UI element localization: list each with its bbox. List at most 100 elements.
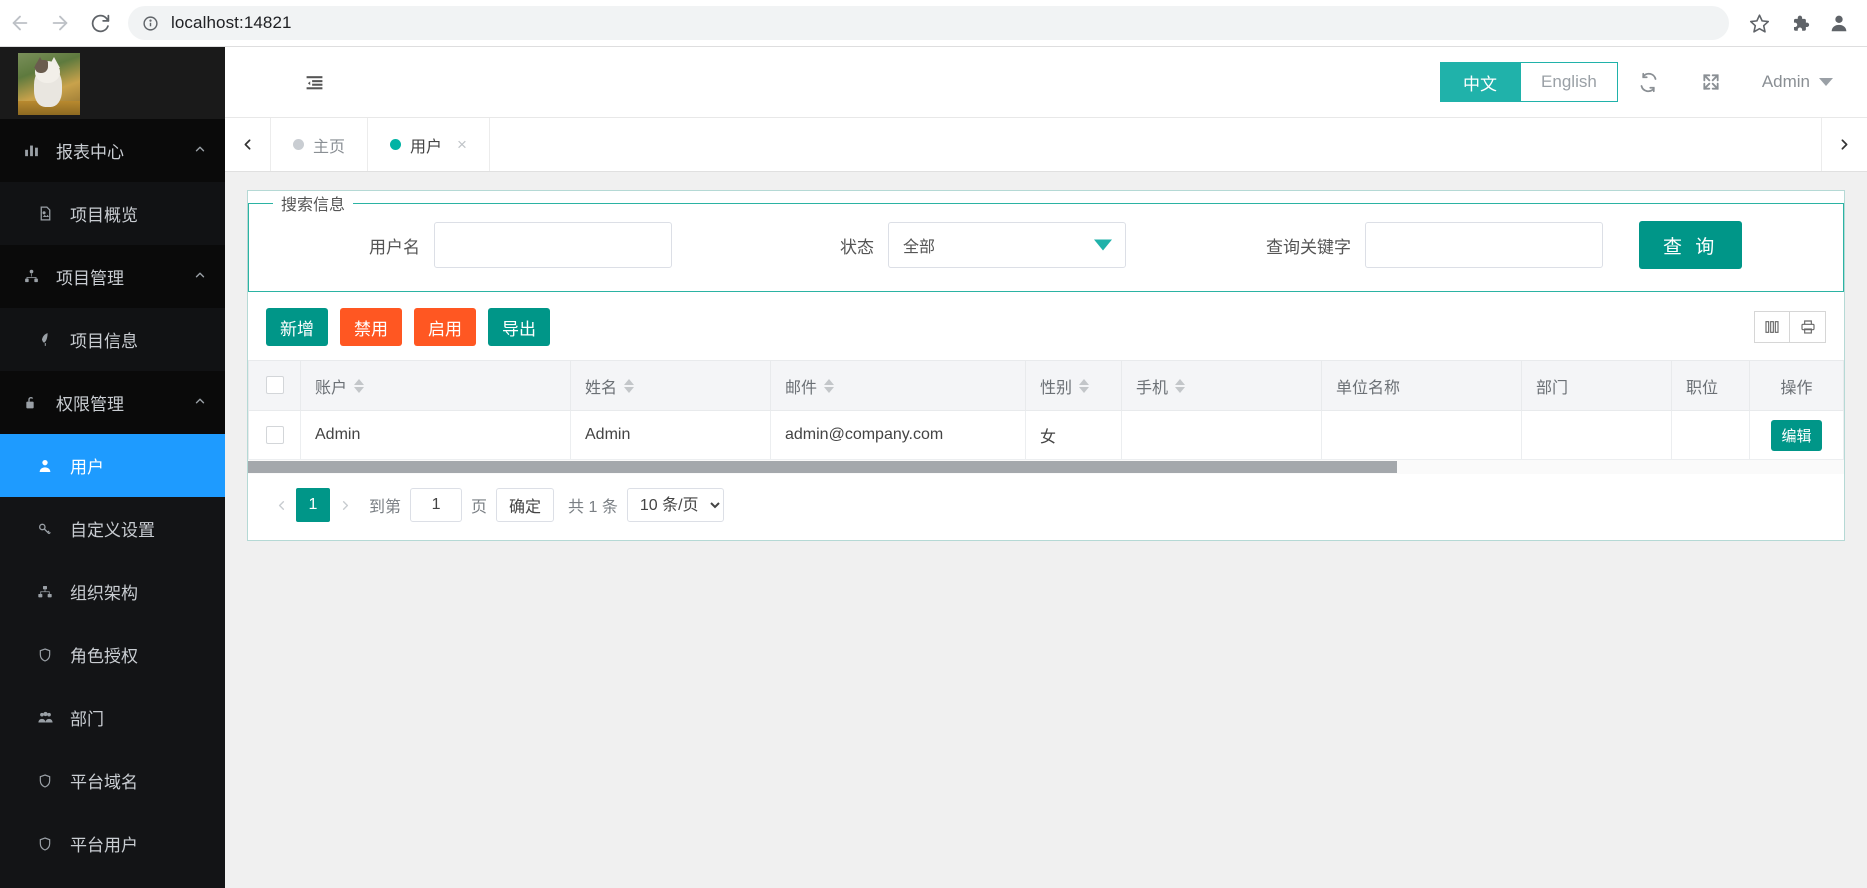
add-button[interactable]: 新增 xyxy=(266,308,328,346)
pagination-prev-button[interactable] xyxy=(266,489,296,521)
cell-account: Admin xyxy=(300,410,571,460)
column-header-department: 部门 xyxy=(1521,360,1672,411)
goto-page-input[interactable] xyxy=(410,488,463,522)
keyword-input[interactable] xyxy=(1365,222,1603,268)
tab-label: 主页 xyxy=(313,138,346,156)
sidebar-menu: 报表中心 项目概览 项目管理 项目信息 权限管理 用户 自定义设置 组织架构 角… xyxy=(0,119,225,888)
image-file-icon xyxy=(32,205,58,222)
table-row[interactable]: Admin Admin admin@company.com 女 编辑 xyxy=(248,410,1844,460)
column-label: 单位名称 xyxy=(1336,379,1401,397)
sitemap-icon xyxy=(18,268,44,285)
tab-close-icon[interactable]: × xyxy=(457,135,467,155)
key-icon xyxy=(32,521,58,537)
sidebar-item-project-management[interactable]: 项目管理 xyxy=(0,245,225,308)
column-label: 姓名 xyxy=(585,379,618,397)
sort-icon[interactable] xyxy=(1175,378,1186,393)
feather-icon xyxy=(32,331,58,348)
sidebar-item-label: 平台域名 xyxy=(70,773,138,792)
total-count-label: 共 1 条 xyxy=(568,499,618,516)
language-english-button[interactable]: English xyxy=(1520,62,1618,102)
site-info-icon[interactable] xyxy=(142,15,159,32)
star-icon[interactable] xyxy=(1741,5,1777,41)
goto-confirm-button[interactable]: 确定 xyxy=(496,488,555,522)
user-menu[interactable]: Admin xyxy=(1742,72,1847,92)
fullscreen-icon[interactable] xyxy=(1680,62,1742,102)
chevron-down-icon xyxy=(1094,239,1112,251)
sidebar-item-custom-settings[interactable]: 自定义设置 xyxy=(0,497,225,560)
status-select[interactable]: 全部 xyxy=(888,222,1126,268)
browser-back-button[interactable] xyxy=(0,3,40,43)
sort-icon[interactable] xyxy=(1079,378,1090,393)
tabs-scroll-right-button[interactable] xyxy=(1821,118,1867,171)
sort-icon[interactable] xyxy=(624,378,635,393)
table-horizontal-scrollbar[interactable] xyxy=(248,460,1844,474)
column-header-account[interactable]: 账户 xyxy=(300,360,571,411)
chevron-up-icon xyxy=(193,394,207,411)
column-settings-icon[interactable] xyxy=(1754,311,1790,343)
users-table: 账户 姓名 邮件 性别 手机 单位名称 部门 职位 操作 Admin Admin… xyxy=(248,360,1844,460)
cell-actions: 编辑 xyxy=(1749,410,1844,460)
pagination-next-button[interactable] xyxy=(330,489,360,521)
column-label: 账户 xyxy=(315,379,348,397)
enable-button[interactable]: 启用 xyxy=(414,308,476,346)
browser-reload-button[interactable] xyxy=(80,3,120,43)
pagination-page-1[interactable]: 1 xyxy=(296,488,330,522)
select-all-checkbox[interactable] xyxy=(265,376,284,395)
sidebar-item-role-authorization[interactable]: 角色授权 xyxy=(0,623,225,686)
column-header-email[interactable]: 邮件 xyxy=(770,360,1026,411)
sort-icon[interactable] xyxy=(824,378,835,393)
shield-icon xyxy=(32,836,58,852)
column-header-position: 职位 xyxy=(1671,360,1750,411)
page-content: 搜索信息 用户名 状态 全部 查询关键字 查 询 新增 禁用 启用 导出 账户 … xyxy=(225,172,1867,888)
column-header-name[interactable]: 姓名 xyxy=(570,360,771,411)
column-label: 职位 xyxy=(1686,379,1719,397)
table-header-row: 账户 姓名 邮件 性别 手机 单位名称 部门 职位 操作 xyxy=(248,360,1844,411)
column-header-actions: 操作 xyxy=(1749,360,1844,411)
browser-forward-button[interactable] xyxy=(40,3,80,43)
tab-home[interactable]: 主页 xyxy=(271,118,369,171)
export-button[interactable]: 导出 xyxy=(488,308,550,346)
browser-actions xyxy=(1741,5,1867,41)
language-chinese-button[interactable]: 中文 xyxy=(1440,62,1521,102)
sidebar-item-department[interactable]: 部门 xyxy=(0,686,225,749)
sidebar-item-project-info[interactable]: 项目信息 xyxy=(0,308,225,371)
scrollbar-thumb[interactable] xyxy=(248,461,1398,473)
chevron-up-icon xyxy=(193,268,207,285)
bar-chart-icon xyxy=(18,142,44,159)
printer-icon[interactable] xyxy=(1790,311,1826,343)
column-header-phone[interactable]: 手机 xyxy=(1121,360,1322,411)
column-label: 性别 xyxy=(1040,379,1073,397)
sidebar-item-login-log[interactable]: 登录日志 xyxy=(0,875,225,888)
row-checkbox[interactable] xyxy=(265,425,284,444)
avatar[interactable] xyxy=(18,53,80,115)
tabs-scroll-left-button[interactable] xyxy=(225,118,271,171)
refresh-icon[interactable] xyxy=(1618,62,1680,102)
users-group-icon xyxy=(32,709,58,726)
tab-users[interactable]: 用户 × xyxy=(368,118,490,171)
sort-icon[interactable] xyxy=(354,378,365,393)
sidebar-item-label: 角色授权 xyxy=(70,647,138,666)
collapse-menu-icon[interactable] xyxy=(305,73,324,92)
search-row: 用户名 状态 全部 查询关键字 查 询 xyxy=(249,215,1843,269)
search-submit-button[interactable]: 查 询 xyxy=(1639,221,1743,269)
page-size-select[interactable]: 10 条/页 xyxy=(626,488,724,522)
status-field-group: 状态 全部 xyxy=(840,222,1126,268)
url-text: localhost:14821 xyxy=(171,13,292,32)
sidebar-item-users[interactable]: 用户 xyxy=(0,434,225,497)
profile-avatar-icon[interactable] xyxy=(1821,5,1857,41)
sidebar-item-platform-user[interactable]: 平台用户 xyxy=(0,812,225,875)
username-input[interactable] xyxy=(434,222,672,268)
puzzle-icon[interactable] xyxy=(1781,5,1817,41)
sidebar-item-org-structure[interactable]: 组织架构 xyxy=(0,560,225,623)
sidebar-item-project-overview[interactable]: 项目概览 xyxy=(0,182,225,245)
address-bar[interactable]: localhost:14821 xyxy=(128,6,1729,40)
disable-button[interactable]: 禁用 xyxy=(340,308,402,346)
edit-button[interactable]: 编辑 xyxy=(1771,419,1822,451)
sidebar-item-label: 组织架构 xyxy=(70,584,138,603)
cell-phone xyxy=(1121,410,1322,460)
sidebar-item-permission-management[interactable]: 权限管理 xyxy=(0,371,225,434)
column-header-gender[interactable]: 性别 xyxy=(1025,360,1122,411)
sidebar-item-reports[interactable]: 报表中心 xyxy=(0,119,225,182)
sidebar-item-platform-domain[interactable]: 平台域名 xyxy=(0,749,225,812)
sidebar-item-label: 项目概览 xyxy=(70,206,138,225)
